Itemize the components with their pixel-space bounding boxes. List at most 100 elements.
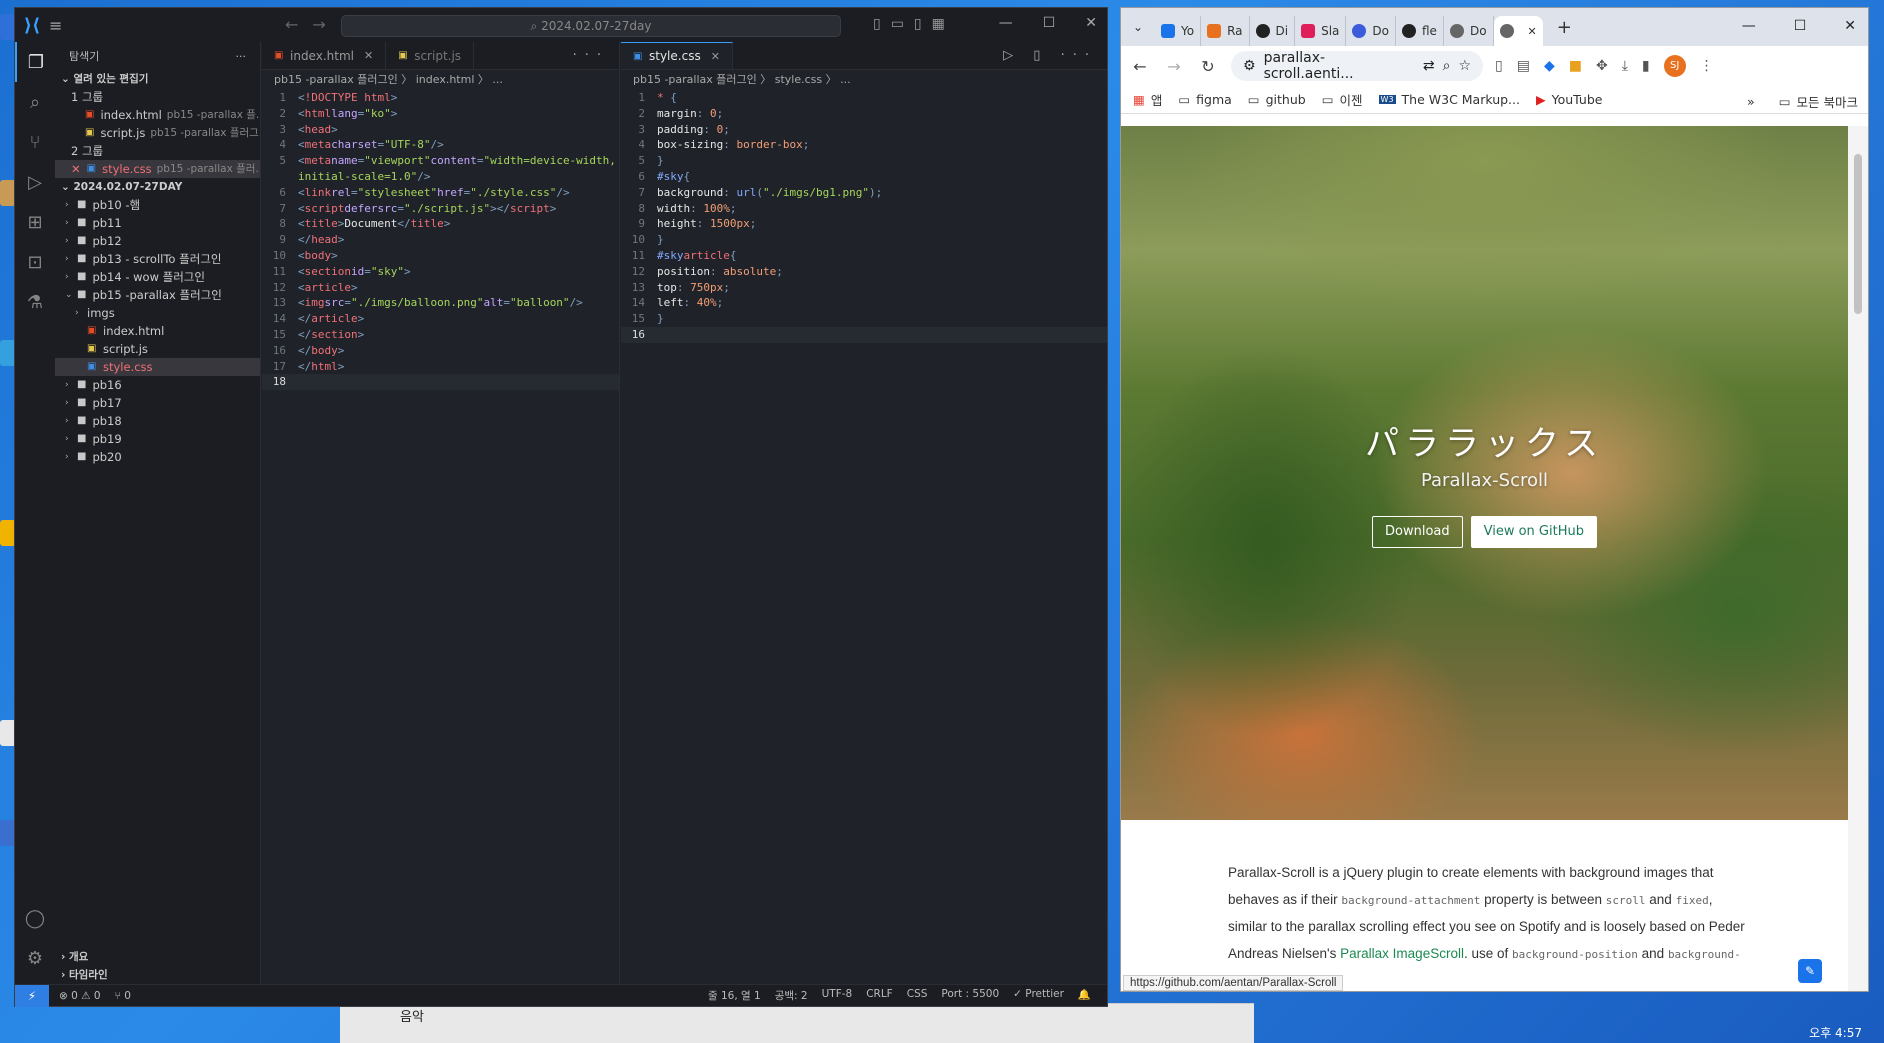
parallax-imagescroll-link[interactable]: Parallax ImageScroll <box>1340 946 1464 961</box>
browser-tab[interactable]: Sla <box>1295 16 1347 46</box>
open-editor-item[interactable]: ▣ index.html pb15 -parallax 플... <box>55 106 260 124</box>
outline-section[interactable]: › 개요 <box>55 948 260 966</box>
remote-icon[interactable]: ⊡ <box>15 242 55 282</box>
extension-icon[interactable]: ▯ <box>1495 58 1503 74</box>
page-scrollbar[interactable] <box>1848 126 1868 991</box>
menu-dots-icon[interactable]: ⋮ <box>1700 58 1714 74</box>
site-info-icon[interactable]: ⚙ <box>1243 58 1256 74</box>
search-icon[interactable]: ⌕ <box>15 82 55 122</box>
zoom-icon[interactable]: ⌕ <box>1443 58 1451 74</box>
extensions-puzzle-icon[interactable]: ✥ <box>1596 58 1608 74</box>
bookmark-apps[interactable]: ▦ 앱 <box>1133 90 1162 109</box>
remote-indicator-icon[interactable]: ⚡ <box>15 984 49 1007</box>
clock[interactable]: 오후 4:57 <box>1809 1024 1862 1041</box>
tab-script-js[interactable]: ▣ script.js <box>386 42 475 69</box>
extension-icon[interactable]: ▤ <box>1517 58 1530 74</box>
download-button[interactable]: Download <box>1372 516 1463 548</box>
file-item[interactable]: ▣ script.js <box>55 340 260 358</box>
view-on-github-button[interactable]: View on GitHub <box>1470 516 1597 548</box>
editor-actions-icon[interactable]: ▷ ▯ ··· <box>1003 48 1097 63</box>
folder-item[interactable]: › ■ pb17 <box>55 394 260 412</box>
extensions-icon[interactable]: ⊞ <box>15 202 55 242</box>
all-bookmarks[interactable]: ▭ 모든 북마크 <box>1779 92 1858 111</box>
folder-item[interactable]: › ■ pb13 - scrollTo 플러그인 <box>55 250 260 268</box>
browser-tab[interactable]: Do <box>1444 16 1494 46</box>
language-mode[interactable]: CSS <box>907 988 928 1003</box>
folder-item[interactable]: › ■ pb20 <box>55 448 260 466</box>
notifications-icon[interactable]: 🔔 <box>1078 988 1091 1003</box>
folder-item[interactable]: › ■ pb19 <box>55 430 260 448</box>
minimize-icon[interactable]: — <box>1742 18 1756 34</box>
folder-item[interactable]: ⌄ ■ pb15 -parallax 플러그인 <box>55 286 260 304</box>
encoding[interactable]: UTF-8 <box>822 988 853 1003</box>
translate-icon[interactable]: ⇄ <box>1423 58 1435 74</box>
menu-icon[interactable]: ≡ <box>49 16 73 35</box>
folder-item[interactable]: › ■ pb14 - wow 플러그인 <box>55 268 260 286</box>
browser-tab[interactable]: Di <box>1250 16 1296 46</box>
open-editor-item[interactable]: ✕ ▣ style.css pb15 -parallax 플러... <box>55 160 260 178</box>
close-icon[interactable]: ✕ <box>1085 15 1097 31</box>
open-editors-section[interactable]: ⌄ 열려 있는 편집기 <box>55 70 260 88</box>
maximize-icon[interactable]: ☐ <box>1043 15 1056 31</box>
tab-style-css[interactable]: ▣ style.css ✕ <box>621 42 733 69</box>
account-icon[interactable]: ◯ <box>15 898 55 938</box>
avatar[interactable]: SJ <box>1663 55 1686 77</box>
testing-icon[interactable]: ⚗ <box>15 282 55 322</box>
settings-gear-icon[interactable]: ⚙ <box>15 938 55 978</box>
bookmark-folder[interactable]: ▭ 이젠 <box>1322 90 1363 109</box>
browser-tab[interactable]: Do <box>1346 16 1396 46</box>
folder-item[interactable]: › ■ pb10 -햄 <box>55 196 260 214</box>
minimize-icon[interactable]: — <box>999 15 1013 31</box>
ports-indicator[interactable]: ⑂ 0 <box>115 990 131 1002</box>
open-editor-item[interactable]: ▣ script.js pb15 -parallax 플러그... <box>55 124 260 142</box>
edit-pen-icon[interactable]: ✎ <box>1798 959 1822 983</box>
command-search[interactable]: ⌕ 2024.02.07-27day <box>341 15 841 37</box>
folder-item[interactable]: › ■ pb16 <box>55 376 260 394</box>
maximize-icon[interactable]: ☐ <box>1794 18 1807 34</box>
run-debug-icon[interactable]: ▷ <box>15 162 55 202</box>
back-icon[interactable]: ← <box>1129 57 1151 76</box>
line-ending[interactable]: CRLF <box>866 988 893 1003</box>
problems-indicator[interactable]: ⊗ 0 ⚠ 0 <box>59 990 101 1002</box>
extension-icon[interactable]: ◆ <box>1544 58 1555 74</box>
breadcrumb[interactable]: pb15 -parallax 플러그인 〉 style.css 〉 ... <box>621 70 1107 90</box>
workspace-section[interactable]: ⌄ 2024.02.07-27DAY <box>55 178 260 196</box>
bookmark-folder[interactable]: ▭ figma <box>1178 92 1231 107</box>
breadcrumb[interactable]: pb15 -parallax 플러그인 〉 index.html 〉 ... <box>262 70 619 90</box>
browser-tab[interactable]: Ra <box>1201 16 1250 46</box>
file-item[interactable]: ▣ style.css <box>55 358 260 376</box>
new-tab-icon[interactable]: + <box>1557 17 1572 38</box>
nav-arrows-icon[interactable]: ←→ <box>285 15 340 34</box>
cursor-position[interactable]: 줄 16, 열 1 <box>708 988 761 1003</box>
indentation[interactable]: 공백: 2 <box>775 988 808 1003</box>
more-bookmarks-icon[interactable]: » <box>1747 94 1755 109</box>
side-panel-icon[interactable]: ▮ <box>1642 58 1650 74</box>
code-editor-html[interactable]: 1 < !DOCTYPE html > 2 < html lang = "ko" > 3 < he… <box>262 90 619 391</box>
folder-item[interactable]: › ■ pb18 <box>55 412 260 430</box>
more-icon[interactable]: ··· <box>236 50 247 63</box>
browser-tab-active[interactable]: ✕ <box>1493 16 1543 46</box>
prettier-status[interactable]: ✓ Prettier <box>1013 988 1064 1003</box>
close-icon[interactable]: ✕ <box>1528 25 1537 38</box>
tab-index-html[interactable]: ▣ index.html ✕ <box>262 42 387 69</box>
source-control-icon[interactable]: ⑂ <box>15 122 55 162</box>
folder-item[interactable]: › imgs <box>55 304 260 322</box>
download-icon[interactable]: ⤓ <box>1622 58 1628 74</box>
tab-search-icon[interactable]: ⌄ <box>1121 20 1155 34</box>
bookmark-w3c[interactable]: W3 The W3C Markup... <box>1378 92 1520 107</box>
live-server-port[interactable]: Port : 5500 <box>941 988 999 1003</box>
reload-icon[interactable]: ↻ <box>1197 57 1219 76</box>
explorer-icon[interactable]: ❐ <box>15 42 55 82</box>
scrollbar-thumb[interactable] <box>1854 154 1862 314</box>
forward-icon[interactable]: → <box>1163 57 1185 76</box>
file-item[interactable]: ▣ index.html <box>55 322 260 340</box>
folder-item[interactable]: › ■ pb11 <box>55 214 260 232</box>
code-editor-css[interactable]: 1 * { 2 margin: 0; 3 padding: 0; 4 box-si… <box>621 90 1107 343</box>
timeline-section[interactable]: › 타임라인 <box>55 966 260 984</box>
close-icon[interactable]: ✕ <box>71 160 81 178</box>
browser-tab[interactable]: Yo <box>1155 16 1202 46</box>
layout-controls-icon[interactable]: ▯▭▯▦ <box>873 16 955 32</box>
bookmark-youtube[interactable]: ▶ YouTube <box>1536 92 1602 107</box>
address-bar[interactable]: ⚙ parallax-scroll.aenti... ⇄ ⌕ ☆ <box>1231 50 1483 82</box>
browser-tab[interactable]: fle <box>1396 16 1444 46</box>
